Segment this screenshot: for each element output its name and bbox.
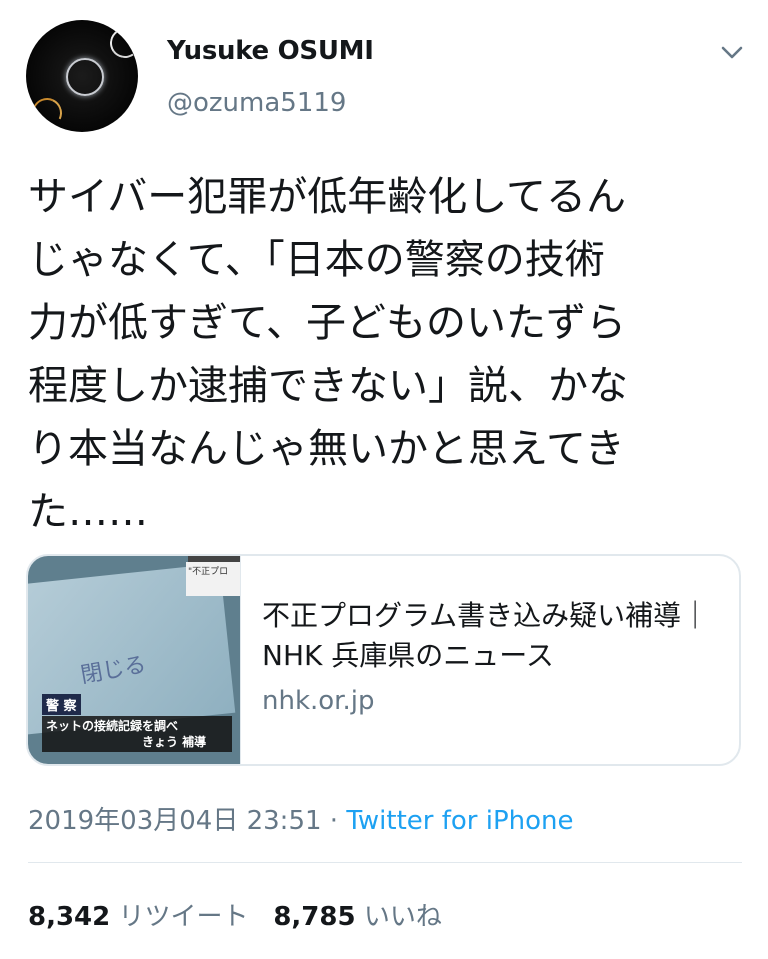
card-title[interactable]: 不正プログラム書き込み疑い補導｜NHK 兵庫県のニュース xyxy=(262,596,722,676)
like-label: いいね xyxy=(363,902,442,932)
avatar[interactable] xyxy=(26,20,138,132)
thumbnail-label: "不正プロ xyxy=(186,562,240,596)
thumbnail-caption: ネットの接続記録を調べ きょう 補導 xyxy=(42,716,232,752)
thumbnail-caption-tag: 警 察 xyxy=(42,694,81,715)
retweet-label: リツイート xyxy=(118,902,249,932)
eclipse-crescent-bottom xyxy=(27,93,67,132)
user-handle[interactable]: @ozuma5119 xyxy=(167,88,346,118)
retweet-stat[interactable]: 8,342 リツイート xyxy=(28,902,249,932)
like-count: 8,785 xyxy=(273,902,356,932)
meta-separator: · xyxy=(321,806,347,836)
tweet-timestamp[interactable]: 2019年03月04日 23:51 xyxy=(28,806,322,836)
eclipse-ring xyxy=(66,58,104,96)
card-domain: nhk.or.jp xyxy=(262,686,375,716)
tweet-text: サイバー犯罪が低年齢化してるん じゃなくて、「日本の警察の技術 力が低すぎて、子… xyxy=(28,174,628,535)
like-stat[interactable]: 8,785 いいね xyxy=(273,902,442,932)
thumbnail-caption-line2: きょう 補導 xyxy=(142,735,207,749)
tweet-meta: 2019年03月04日 23:51 · Twitter for iPhone xyxy=(28,800,574,837)
thumbnail-caption-line1: ネットの接続記録を調べ xyxy=(46,719,179,733)
eclipse-crescent-top xyxy=(107,25,138,61)
link-card[interactable]: "不正プロ 閉じる 警 察 ネットの接続記録を調べ きょう 補導 不正プログラム… xyxy=(26,554,741,766)
card-thumbnail: "不正プロ 閉じる 警 察 ネットの接続記録を調べ きょう 補導 xyxy=(28,556,241,764)
tweet-source-link[interactable]: Twitter for iPhone xyxy=(346,806,573,836)
retweet-count: 8,342 xyxy=(28,902,111,932)
display-name[interactable]: Yusuke OSUMI xyxy=(167,36,374,66)
tweet-stats: 8,342 リツイート 8,785 いいね xyxy=(28,896,442,933)
chevron-down-icon[interactable] xyxy=(718,38,746,66)
divider xyxy=(28,862,742,863)
